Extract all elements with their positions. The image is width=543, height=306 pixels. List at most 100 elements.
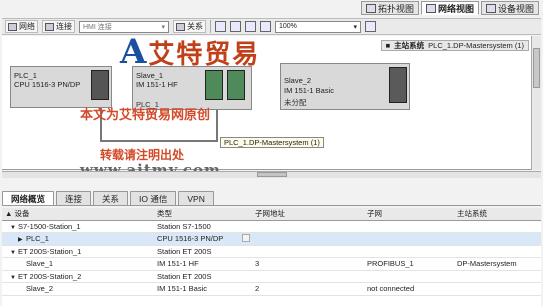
- tab-device-view[interactable]: 设备视图: [480, 1, 539, 15]
- table-row[interactable]: ▼ ET 200S-Station_1 Station ET 200S: [2, 246, 541, 258]
- relation-button-label: 关系: [187, 22, 203, 31]
- cell-subnet: PROFIBUS_1: [367, 259, 414, 269]
- table-header: ▲ 设备 类型 子网地址 子网 主站系统: [2, 208, 541, 221]
- expander-icon[interactable]: ▼: [10, 250, 18, 256]
- tab-network-view[interactable]: 网络视图: [420, 1, 479, 15]
- column-header-device[interactable]: ▲ 设备: [2, 208, 154, 219]
- device-name: Slave_2: [284, 76, 312, 85]
- chevron-down-icon: ▾: [353, 23, 357, 31]
- device-text: ET 200S-Station_2: [18, 271, 82, 281]
- device-plc-1[interactable]: PLC_1 CPU 1516-3 PN/DP: [10, 66, 112, 108]
- profibus-link-label: PLC_1.DP-Mastersystem (1): [220, 137, 324, 148]
- device-state: 未分配: [284, 98, 307, 107]
- cell-device: ▼ S7-1500-Station_1: [2, 222, 154, 231]
- cell-device: Slave_1: [2, 259, 154, 268]
- table-row[interactable]: ▼ S7-1500-Station_1 Station S7-1500: [2, 221, 541, 233]
- fit-icon[interactable]: [245, 21, 256, 32]
- overview-icon[interactable]: [365, 21, 376, 32]
- plc-module-icon: [91, 70, 109, 100]
- cell-type: IM 151-1 HF: [154, 259, 252, 268]
- network-button[interactable]: 网络: [5, 20, 38, 33]
- grid-icon[interactable]: [230, 21, 241, 32]
- column-header-subnet[interactable]: 子网: [364, 208, 454, 219]
- device-slave-1[interactable]: Slave_1 IM 151-1 HF PLC_1: [132, 66, 252, 110]
- tab-relations[interactable]: 关系: [93, 191, 129, 205]
- bottom-tabs: 网络概览 连接 关系 IO 通信 VPN: [2, 191, 541, 206]
- profibus-line: [216, 110, 218, 141]
- scrollbar-thumb[interactable]: [257, 172, 287, 177]
- cell-type: IM 151-1 Basic: [154, 284, 252, 293]
- chevron-down-icon: ▾: [161, 23, 165, 31]
- network-overview-table: ▲ 设备 类型 子网地址 子网 主站系统 ▼ S7-1500-Station_1 S…: [2, 208, 541, 306]
- tab-connections[interactable]: 连接: [56, 191, 92, 205]
- relation-icon: [176, 22, 185, 31]
- profibus-line[interactable]: [100, 140, 218, 142]
- scrollbar-thumb[interactable]: [533, 48, 540, 88]
- table-row[interactable]: Slave_2 IM 151-1 Basic 2 not connected: [2, 283, 541, 296]
- connection-type-select[interactable]: HMI 连接 ▾: [79, 20, 169, 33]
- table-row[interactable]: Slave_1 IM 151-1 HF 3 PROFIBUS_1 DP-Mastersy…: [2, 258, 541, 271]
- zoom-select[interactable]: 100% ▾: [275, 20, 361, 33]
- type-text: Station ET 200S: [157, 271, 212, 281]
- view-tabs: 拓扑视图 网络视图 设备视图: [360, 1, 539, 16]
- tab-topology-view[interactable]: 拓扑视图: [360, 1, 419, 15]
- device-name: Slave_1: [136, 71, 164, 80]
- cell-device: ▶ PLC_1: [2, 234, 154, 243]
- tab-io-communication[interactable]: IO 通信: [130, 191, 177, 205]
- device-name: PLC_1: [14, 71, 37, 80]
- slave-module-icon: [205, 70, 223, 100]
- slave-module-icon: [227, 70, 245, 100]
- type-text: IM 151-1 Basic: [157, 284, 208, 294]
- device-type: IM 151-1 HF: [136, 80, 178, 89]
- tab-vpn[interactable]: VPN: [178, 191, 214, 205]
- network-icon: [425, 3, 436, 13]
- device-icon: [485, 3, 496, 13]
- tab-label: 网络视图: [437, 3, 474, 14]
- expander-icon[interactable]: ▶: [18, 236, 26, 243]
- column-header-address[interactable]: 子网地址: [252, 208, 364, 219]
- horizontal-scrollbar[interactable]: [2, 171, 541, 178]
- toolbar-divider: [210, 20, 211, 33]
- column-header-master[interactable]: 主站系统: [454, 208, 541, 219]
- tab-label: 拓扑视图: [377, 3, 414, 14]
- cell-type: Station ET 200S: [154, 247, 252, 256]
- connection-type-value: HMI 连接: [83, 23, 112, 31]
- device-text: ET 200S-Station_1: [18, 246, 82, 256]
- expander-icon[interactable]: ▼: [10, 225, 18, 231]
- table-row[interactable]: ▶ PLC_1 CPU 1516-3 PN/DP: [2, 233, 541, 246]
- type-text: CPU 1516-3 PN/DP: [157, 234, 224, 244]
- cell-address: 3: [255, 259, 260, 269]
- master-icon: ■: [385, 41, 391, 50]
- cell-subnet: not connected: [367, 284, 415, 294]
- zoom-value: 100%: [279, 23, 297, 30]
- vertical-scrollbar[interactable]: [531, 36, 541, 170]
- connect-button[interactable]: 连接: [42, 20, 75, 33]
- dropdown-icon[interactable]: [242, 234, 250, 243]
- properties-icon[interactable]: [215, 21, 226, 32]
- cell-device: ▼ ET 200S-Station_1: [2, 247, 154, 256]
- master-system-bar[interactable]: ■ 主站系统 PLC_1.DP-Mastersystem (1): [380, 40, 529, 51]
- type-text: IM 151-1 HF: [157, 259, 199, 269]
- column-header-type[interactable]: 类型: [154, 208, 252, 219]
- relation-button[interactable]: 关系: [173, 20, 206, 33]
- connect-icon: [45, 22, 54, 31]
- zoom-in-icon[interactable]: [260, 21, 271, 32]
- device-slave-2[interactable]: Slave_2 IM 151-1 Basic 未分配: [280, 63, 410, 110]
- cell-device: ▼ ET 200S-Station_2: [2, 272, 154, 281]
- device-text: S7-1500-Station_1: [18, 221, 81, 231]
- topology-icon: [365, 3, 376, 13]
- device-text: Slave_2: [26, 284, 54, 294]
- table-row[interactable]: ▼ ET 200S-Station_2 Station ET 200S: [2, 271, 541, 283]
- cell-type: Station ET 200S: [154, 272, 252, 281]
- table-body: ▼ S7-1500-Station_1 Station S7-1500 ▶ PLC_1 C…: [2, 221, 541, 296]
- master-system-title: 主站系统: [394, 41, 425, 50]
- device-type: CPU 1516-3 PN/DP: [14, 80, 81, 89]
- tab-network-overview[interactable]: 网络概览: [2, 191, 55, 205]
- slave-module-icon: [389, 67, 407, 103]
- connect-button-label: 连接: [56, 22, 72, 31]
- network-view-window: 拓扑视图 网络视图 设备视图 网络 连接 HMI 连接 ▾ 关系 100% ▾ …: [0, 0, 543, 306]
- cell-device: Slave_2: [2, 284, 154, 293]
- device-text: Slave_1: [26, 259, 54, 269]
- master-system-value: PLC_1.DP-Mastersystem (1): [428, 41, 524, 50]
- expander-icon[interactable]: ▼: [10, 275, 18, 281]
